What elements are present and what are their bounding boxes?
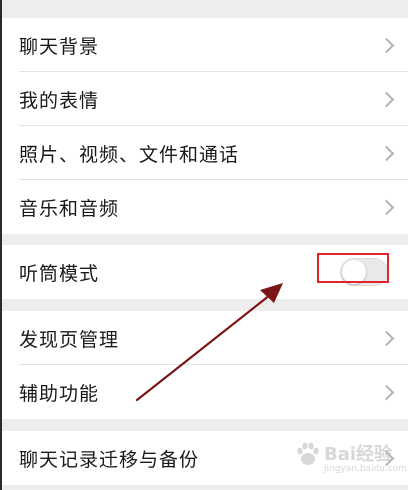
settings-item-label: 发现页管理 — [19, 328, 120, 351]
watermark-brand: Bai经验 — [324, 444, 393, 465]
settings-item-label: 聊天记录迁移与备份 — [19, 448, 200, 471]
chevron-right-icon — [378, 91, 395, 107]
watermark-url: jingyan.baidu.com — [324, 464, 408, 474]
settings-screen: 聊天背景 我的表情 照片、视频、文件和通话 音乐和音频 听筒模式 发现页管理 辅… — [0, 0, 408, 490]
settings-group-discover: 发现页管理 辅助功能 — [0, 311, 408, 419]
chevron-right-icon — [378, 199, 395, 215]
settings-item-media-files-calls[interactable]: 照片、视频、文件和通话 — [0, 126, 408, 180]
watermark: Bai经验 jingyan.baidu.com — [290, 434, 408, 486]
settings-item-label: 辅助功能 — [19, 382, 100, 405]
highlight-box — [317, 253, 389, 283]
settings-item-label: 音乐和音频 — [19, 197, 120, 220]
settings-item-label: 听筒模式 — [19, 262, 100, 285]
chevron-right-icon — [378, 37, 395, 53]
chevron-right-icon — [378, 384, 395, 400]
chevron-right-icon — [378, 330, 395, 346]
settings-item-label: 照片、视频、文件和通话 — [19, 143, 240, 166]
settings-item-music-audio[interactable]: 音乐和音频 — [0, 180, 408, 234]
settings-item-label: 我的表情 — [19, 89, 100, 112]
settings-item-my-stickers[interactable]: 我的表情 — [0, 72, 408, 126]
settings-item-chat-background[interactable]: 聊天背景 — [0, 18, 408, 72]
settings-item-accessibility[interactable]: 辅助功能 — [0, 365, 408, 419]
left-edge-border — [0, 0, 2, 490]
chevron-right-icon — [378, 145, 395, 161]
settings-item-discover-management[interactable]: 发现页管理 — [0, 311, 408, 365]
paw-logo-icon — [297, 442, 319, 465]
settings-item-label: 聊天背景 — [19, 35, 100, 58]
settings-group-general: 聊天背景 我的表情 照片、视频、文件和通话 音乐和音频 — [0, 18, 408, 234]
